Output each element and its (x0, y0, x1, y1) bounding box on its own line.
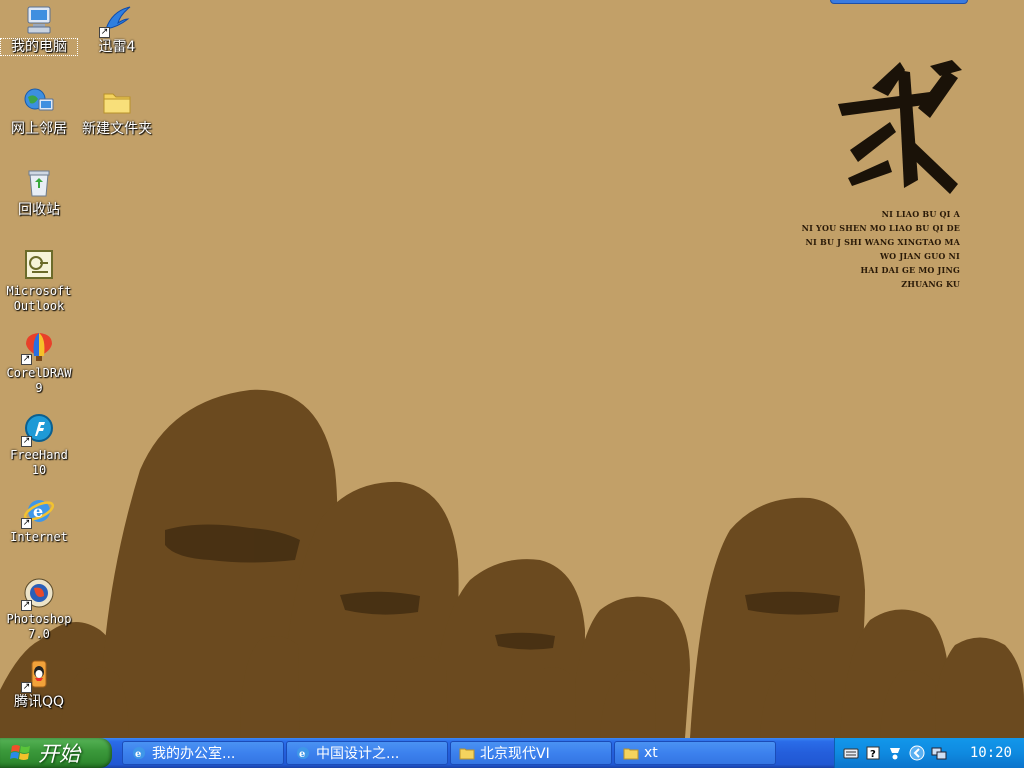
desktop-icon-recycle-bin[interactable]: 回收站 (1, 166, 77, 218)
poem-line: WO JIAN GUO NI (880, 251, 960, 261)
folder-icon (100, 85, 134, 119)
svg-text:e: e (135, 749, 141, 760)
desktop-icon-label: 网上邻居 (11, 121, 67, 137)
coreldraw-icon: ↗ (21, 330, 56, 365)
shortcut-arrow-icon: ↗ (99, 27, 110, 38)
windows-logo-icon (10, 745, 30, 760)
desktop-icon-label: 腾讯QQ (13, 694, 65, 710)
poem-line: HAI DAI GE MO JING (860, 265, 960, 275)
desktop-icon-label: 我的电脑 (0, 38, 78, 56)
taskbar-button-label: xt (644, 745, 658, 761)
desktop-icon-internet[interactable]: e ↗ Internet (1, 494, 77, 545)
desktop-icon-label: Microsoft Outlook (6, 284, 72, 313)
outlook-icon (22, 248, 56, 282)
system-tray: ? 10:20 (834, 738, 1024, 768)
desktop-icon-label: 迅雷4 (98, 39, 136, 55)
desktop-icon-my-computer[interactable]: 我的电脑 (0, 3, 78, 56)
desktop[interactable]: NI LIAO BU QI A NI YOU SHEN MO LIAO BU Q… (0, 0, 1024, 738)
folder-icon (623, 748, 639, 760)
desktop-icon-freehand[interactable]: ↗ FreeHand 10 (1, 412, 77, 478)
computer-icon (22, 3, 56, 37)
taskbar-button-label: 中国设计之... (316, 746, 400, 762)
task-list: e 我的办公室... e 中国设计之... 北京现代VI xt (122, 741, 778, 765)
taskbar-button[interactable]: e 我的办公室... (122, 741, 284, 765)
taskbar-button[interactable]: e 中国设计之... (286, 741, 448, 765)
desktop-icon-qq[interactable]: ↗ 腾讯QQ (1, 658, 77, 710)
desktop-icon-photoshop[interactable]: ↗ Photoshop 7.0 (1, 576, 77, 642)
photoshop-icon: ↗ (21, 576, 56, 611)
desktop-icon-label: 新建文件夹 (82, 121, 152, 137)
network-places-icon (22, 85, 56, 119)
desktop-icon-label: FreeHand 10 (10, 448, 68, 477)
taskbar-button[interactable]: 北京现代VI (450, 741, 612, 765)
desktop-icon-outlook[interactable]: Microsoft Outlook (1, 248, 77, 314)
svg-text:?: ? (870, 749, 876, 760)
freehand-icon: ↗ (21, 412, 56, 447)
shortcut-arrow-icon: ↗ (21, 436, 32, 447)
taskbar-button-label: 北京现代VI (480, 746, 550, 762)
wallpaper-poem: NI LIAO BU QI A NI YOU SHEN MO LIAO BU Q… (802, 207, 960, 291)
shortcut-arrow-icon: ↗ (21, 600, 32, 611)
start-button[interactable]: 开始 (0, 738, 112, 768)
shortcut-arrow-icon: ↗ (21, 682, 32, 693)
help-icon[interactable]: ? (865, 745, 881, 761)
poem-line: ZHUANG KU (901, 279, 960, 289)
poem-line: NI BU J SHI WANG XINGTAO MA (805, 237, 960, 247)
desktop-icon-coreldraw[interactable]: ↗ CorelDRAW 9 (1, 330, 77, 396)
desktop-icon-new-folder[interactable]: 新建文件夹 (79, 85, 155, 137)
folder-icon (459, 748, 475, 760)
poem-line: NI LIAO BU QI A (881, 209, 960, 219)
window-edge-hint (830, 0, 968, 4)
qq-icon: ↗ (21, 658, 56, 693)
network-status-icon[interactable] (931, 745, 947, 761)
desktop-icon-thunder[interactable]: ↗ 迅雷4 (79, 3, 155, 55)
shortcut-arrow-icon: ↗ (21, 354, 32, 365)
taskbar-button-label: 我的办公室... (152, 746, 236, 762)
taskbar-button[interactable]: xt (614, 741, 776, 765)
expand-tray-icon[interactable] (909, 745, 925, 761)
svg-text:e: e (33, 502, 43, 521)
taskbar: 开始 e 我的办公室... e 中国设计之... 北京现代VI xt ? 10:… (0, 738, 1024, 768)
desktop-icon-network-places[interactable]: 网上邻居 (1, 85, 77, 137)
thunder-download-icon: ↗ (99, 3, 134, 38)
desktop-icon-label: Internet (10, 530, 68, 544)
language-icon[interactable] (887, 745, 903, 761)
svg-text:e: e (299, 749, 305, 760)
clock[interactable]: 10:20 (970, 745, 1012, 761)
keyboard-icon[interactable] (843, 745, 859, 761)
poem-line: NI YOU SHEN MO LIAO BU QI DE (801, 223, 960, 233)
ie-window-icon: e (133, 747, 145, 760)
desktop-icon-label: Photoshop 7.0 (6, 612, 72, 641)
internet-explorer-icon: e ↗ (21, 494, 56, 529)
recycle-bin-icon (22, 166, 56, 200)
desktop-icon-label: 回收站 (18, 202, 60, 218)
desktop-icon-label: CorelDRAW 9 (6, 366, 72, 395)
shortcut-arrow-icon: ↗ (21, 518, 32, 529)
ie-window-icon: e (297, 747, 309, 760)
start-label: 开始 (38, 742, 80, 766)
